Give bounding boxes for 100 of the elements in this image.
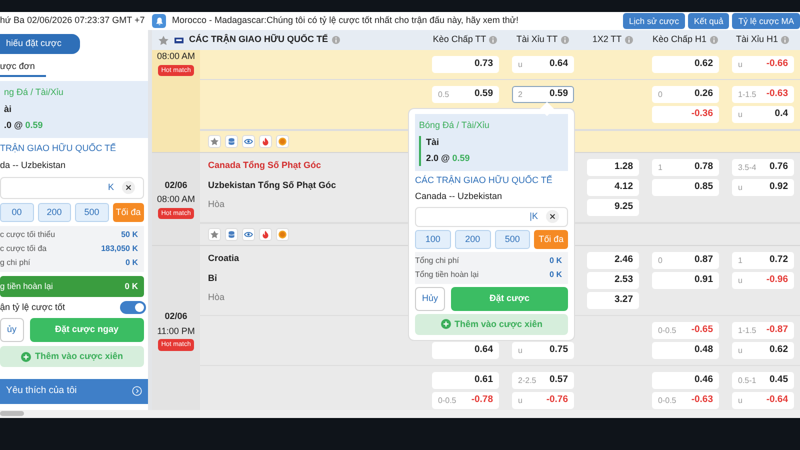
odds-cell[interactable]: 1-1.5 -0.87 [732, 322, 794, 339]
odds-cell[interactable]: 0-0.5 -0.63 [652, 392, 719, 409]
odds-cell[interactable]: 2.53 [587, 272, 639, 289]
odds-text: 2.0 @ 0.59 [426, 152, 471, 165]
limit-label: c cược tối đa [0, 243, 47, 255]
mode-tab[interactable]: ược đơn [0, 58, 46, 77]
stake-chip[interactable]: 500 [494, 230, 530, 249]
odds-cell[interactable]: 0.62 [652, 56, 719, 73]
odds-cell[interactable]: 2.46 [587, 252, 639, 269]
odds-cell[interactable]: 0.91 [652, 272, 719, 289]
team-name: Uzbekistan Tổng Số Phạt Góc [208, 178, 336, 192]
total-label: Tổng chi phí [415, 255, 460, 267]
plus-icon [440, 319, 451, 330]
limit-label: g chi phí [0, 257, 30, 269]
clear-button[interactable] [546, 210, 559, 223]
limit-value: 50 K [121, 229, 138, 241]
odds-cell[interactable]: 1 0.78 [652, 159, 719, 176]
odds-cell[interactable]: 4.12 [587, 179, 639, 196]
icon-button[interactable] [259, 228, 272, 241]
odds-cell[interactable]: u 0.92 [732, 179, 794, 196]
icon-button[interactable] [276, 135, 289, 148]
odds-cell[interactable]: 9.25 [587, 199, 639, 216]
odds-cell[interactable]: 0.61 [432, 372, 499, 389]
icon-button[interactable] [208, 135, 221, 148]
info-icon [332, 36, 340, 44]
clear-button[interactable] [122, 181, 135, 194]
odds-cell[interactable]: 1-1.5 -0.63 [732, 86, 794, 103]
odds-cell[interactable]: 0.73 [432, 56, 499, 73]
match-teams: da -- Uzbekistan [0, 159, 67, 172]
header-button[interactable]: Lịch sử cược [622, 12, 686, 30]
icon-button[interactable] [225, 135, 238, 148]
scrollbar-thumb[interactable] [0, 411, 24, 416]
pick-label: ài [4, 102, 13, 116]
icon-button[interactable] [242, 135, 255, 148]
odds-cell[interactable]: u -0.96 [732, 272, 794, 289]
team-name: Bỉ [208, 272, 217, 284]
odds-cell[interactable]: 0 0.87 [652, 252, 719, 269]
stake-field[interactable]: |K [415, 206, 568, 226]
info-icon [624, 36, 633, 44]
info-icon [560, 36, 569, 44]
icon-button[interactable] [276, 228, 289, 241]
odds-cell[interactable]: u -0.66 [732, 56, 794, 73]
stake-chip[interactable]: 100 [415, 230, 451, 249]
toggle-switch[interactable] [120, 301, 146, 314]
odds-cell[interactable]: 0 0.26 [652, 86, 719, 103]
pick-label: Tài [426, 136, 440, 148]
coin-icon [278, 230, 287, 239]
stake-chip[interactable]: 00 [0, 202, 34, 222]
star-icon [210, 230, 219, 239]
odds-cell[interactable]: u -0.64 [732, 392, 794, 409]
team-name: Croatia [208, 252, 240, 265]
odds-cell[interactable]: 0.5-1 0.45 [732, 372, 794, 389]
odds-cell[interactable]: 0-0.5 -0.78 [432, 392, 499, 409]
icon-button[interactable] [242, 228, 255, 241]
unit-label: |K [530, 210, 538, 223]
odds-cell[interactable]: 0.46 [652, 372, 719, 389]
unit-label: K [108, 180, 114, 194]
odds-cell[interactable]: -0.36 [652, 106, 719, 123]
draw-label: Hòa [208, 291, 225, 304]
odds-cell[interactable]: 2-2.5 0.57 [512, 372, 574, 389]
coin-icon [278, 137, 287, 146]
header-button[interactable]: Tỷ lệ cược MA [732, 12, 800, 30]
odds-cell[interactable]: u 0.75 [512, 342, 574, 359]
eye-icon [244, 137, 253, 146]
odds-cell[interactable]: 2 0.59 [512, 86, 574, 103]
column-header: Tài Xỉu H1 [736, 33, 778, 46]
odds-cell[interactable]: u -0.76 [512, 392, 574, 409]
icon-button[interactable] [208, 228, 221, 241]
odds-cell[interactable]: u 0.64 [512, 56, 574, 73]
stake-field[interactable]: K [0, 176, 144, 198]
cancel-button[interactable]: Hủy [415, 287, 446, 310]
odds-cell[interactable]: 0.85 [652, 179, 719, 196]
odds-cell[interactable]: 1.28 [587, 159, 639, 176]
icon-button[interactable] [259, 135, 272, 148]
header-button[interactable]: Kết quả [688, 12, 730, 30]
odds-cell[interactable]: 1 0.72 [732, 252, 794, 269]
database-icon [227, 230, 236, 239]
odds-cell[interactable]: 0.64 [432, 342, 499, 359]
odds-cell[interactable]: u 0.62 [732, 342, 794, 359]
cancel-button[interactable]: ủy [0, 318, 24, 342]
team-name: Canada Tổng Số Phạt Góc [208, 159, 322, 172]
odds-cell[interactable]: 0.5 0.59 [432, 86, 499, 103]
bet-slip-tab[interactable]: hiếu đặt cược [0, 34, 80, 54]
total-label: Tổng tiền hoàn lại [415, 269, 479, 281]
odds-cell[interactable]: 3.5-4 0.76 [732, 159, 794, 176]
plus-icon [21, 352, 32, 362]
odds-cell[interactable]: 0.48 [652, 342, 719, 359]
match-date: 02/06 [164, 310, 188, 324]
refund-value: 0 K [124, 280, 138, 293]
menu-item[interactable]: Yêu thích của tôi [0, 379, 148, 404]
stake-chip[interactable]: 200 [454, 230, 490, 249]
odds-cell[interactable]: 0-0.5 -0.65 [652, 322, 719, 339]
info-icon [489, 36, 498, 44]
accept-label: ận tỷ lệ cược tốt [0, 300, 65, 314]
chevron-icon [132, 386, 142, 396]
icon-button[interactable] [225, 228, 238, 241]
stake-chip[interactable]: 500 [75, 202, 108, 222]
odds-cell[interactable]: 3.27 [587, 292, 639, 309]
odds-cell[interactable]: u 0.4 [732, 106, 794, 123]
stake-chip[interactable]: 200 [38, 202, 71, 222]
